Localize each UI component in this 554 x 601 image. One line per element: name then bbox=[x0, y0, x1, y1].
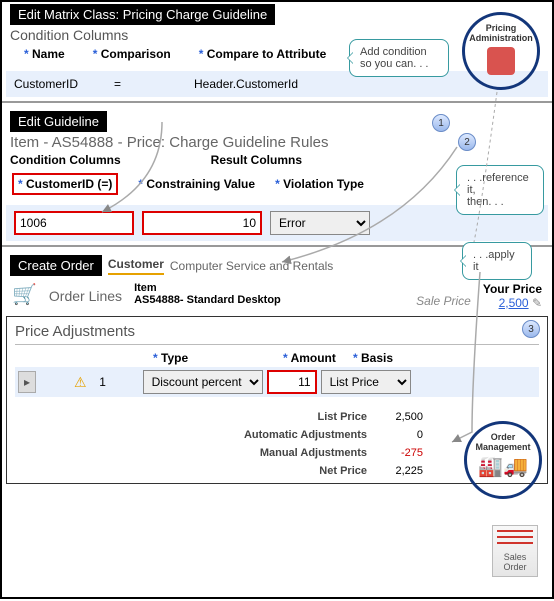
customer-label: Customer bbox=[108, 257, 164, 275]
sale-price-label: Sale Price bbox=[416, 294, 471, 308]
guideline-result-header: Result Columns bbox=[211, 153, 302, 167]
matrix-row[interactable]: CustomerID = Header.CustomerId bbox=[6, 71, 548, 97]
price-adjustments-title: Price Adjustments bbox=[15, 323, 539, 340]
your-price-label: Your Price bbox=[483, 282, 542, 296]
item-label: Item bbox=[134, 282, 404, 294]
col-customer-id: CustomerID (=) bbox=[12, 173, 118, 195]
totals-block: List Price2,500 Automatic Adjustments0 M… bbox=[15, 411, 539, 477]
adj-col-amount: Amount bbox=[283, 351, 353, 365]
guideline-cond-header: Condition Columns bbox=[10, 153, 121, 167]
sales-order-note: Sales Order bbox=[492, 525, 538, 577]
item-value: AS54888- Standard Desktop bbox=[134, 294, 404, 306]
pricing-admin-ring: Pricing Administration bbox=[462, 12, 540, 90]
adj-type-select[interactable]: Discount percent bbox=[143, 370, 263, 394]
col-comparison: Comparison bbox=[93, 47, 171, 61]
matrix-name-cell: CustomerID bbox=[14, 77, 114, 91]
cart-icon: 🛒 bbox=[12, 282, 37, 307]
matrix-comparison-cell: = bbox=[114, 77, 194, 91]
row-number: 1 bbox=[91, 375, 115, 389]
adj-amount-input[interactable] bbox=[267, 370, 317, 394]
adjustment-row: ▸ ⚠ 1 Discount percent List Price bbox=[15, 367, 539, 397]
matrix-compareto-cell: Header.CustomerId bbox=[194, 77, 298, 91]
callout-apply: . . .apply it bbox=[462, 242, 532, 280]
expand-row-button[interactable]: ▸ bbox=[18, 371, 36, 393]
step-badge-3: 3 bbox=[522, 320, 540, 338]
customer-value: Computer Service and Rentals bbox=[170, 259, 333, 273]
your-price-value[interactable]: 2,500 bbox=[499, 296, 529, 310]
adj-basis-select[interactable]: List Price bbox=[321, 370, 411, 394]
adj-col-basis: Basis bbox=[353, 351, 393, 365]
order-management-ring: Order Management 🏭🚚 bbox=[464, 421, 542, 499]
edit-price-icon[interactable]: ✎ bbox=[532, 296, 542, 310]
col-violation: Violation Type bbox=[275, 177, 364, 191]
pricing-icon bbox=[487, 47, 515, 75]
callout-reference: . . .reference it, then. . . bbox=[456, 165, 544, 215]
step-badge-2: 2 bbox=[458, 133, 476, 151]
step-badge-1: 1 bbox=[432, 114, 450, 132]
create-order-tab: Create Order bbox=[10, 255, 102, 276]
customer-id-input[interactable] bbox=[14, 211, 134, 235]
col-constraining: Constraining Value bbox=[138, 177, 255, 191]
warning-icon: ⚠ bbox=[74, 374, 87, 391]
order-lines-label: Order Lines bbox=[49, 288, 122, 304]
edit-guideline-tab: Edit Guideline bbox=[10, 111, 107, 132]
edit-matrix-tab: Edit Matrix Class: Pricing Charge Guidel… bbox=[10, 4, 275, 25]
constraining-input[interactable] bbox=[142, 211, 262, 235]
callout-add-condition: Add condition so you can. . . bbox=[349, 39, 449, 77]
col-compare-to: Compare to Attribute bbox=[199, 47, 327, 61]
violation-select[interactable]: Error bbox=[270, 211, 370, 235]
om-icon: 🏭🚚 bbox=[478, 454, 528, 479]
adj-col-type: Type bbox=[153, 351, 283, 365]
col-name: Name bbox=[24, 47, 65, 61]
